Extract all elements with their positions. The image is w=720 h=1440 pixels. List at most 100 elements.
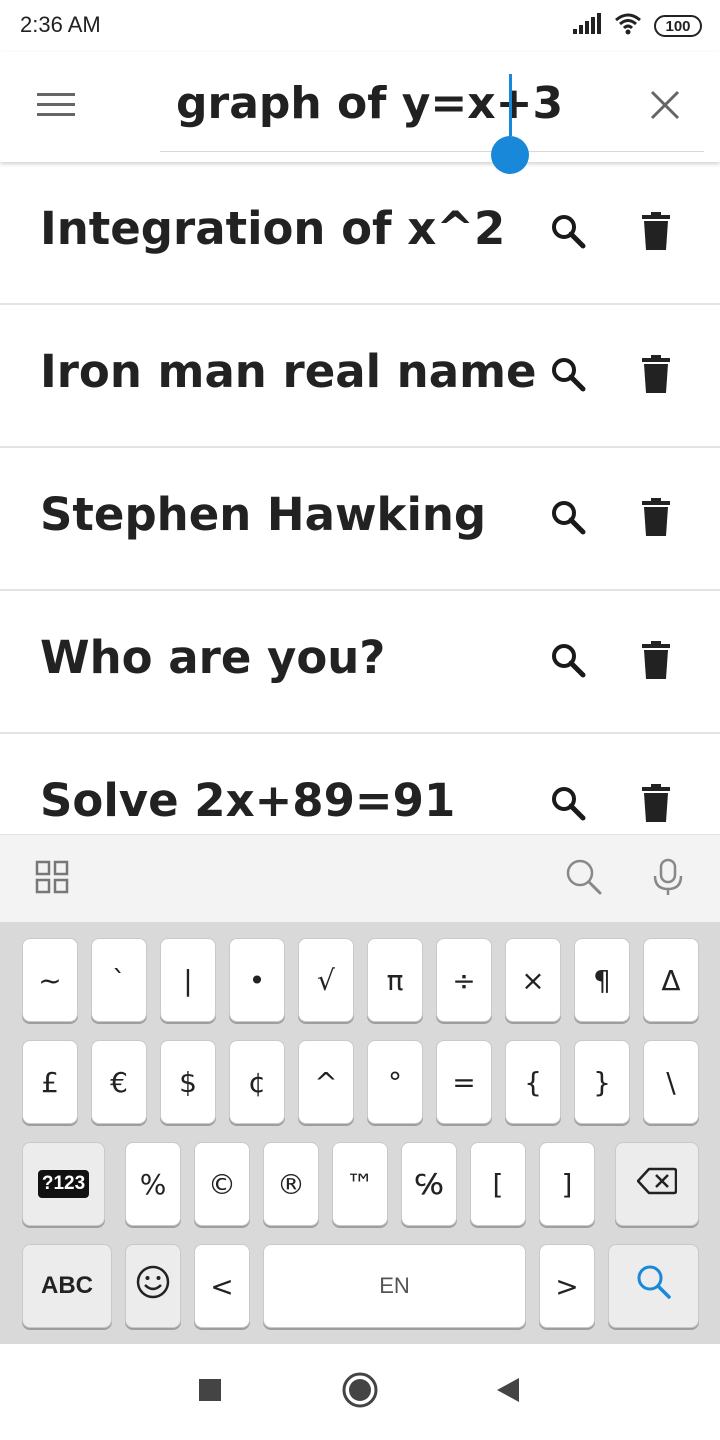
- key[interactable]: ×: [505, 938, 561, 1022]
- key[interactable]: ℅: [401, 1142, 457, 1226]
- microphone-icon: [652, 858, 684, 900]
- key[interactable]: °: [367, 1040, 423, 1124]
- key[interactable]: ~: [22, 938, 78, 1022]
- search-again-button[interactable]: [540, 780, 596, 830]
- trash-icon: [642, 212, 670, 254]
- wifi-icon: [614, 13, 642, 39]
- trash-icon: [642, 784, 670, 826]
- history-item[interactable]: Integration of x^2: [0, 162, 720, 305]
- delete-history-button[interactable]: [628, 494, 684, 544]
- trash-icon: [642, 355, 670, 397]
- key[interactable]: {: [505, 1040, 561, 1124]
- key[interactable]: €: [91, 1040, 147, 1124]
- delete-history-button[interactable]: [628, 351, 684, 401]
- recents-button[interactable]: [188, 1370, 232, 1414]
- square-icon: [198, 1378, 222, 1406]
- search-icon: [565, 858, 603, 900]
- symbol-keyboard: ~ ` | • √ π ÷ × ¶ Δ £ € $ ¢ ^ ° = { } \ …: [0, 922, 720, 1344]
- key[interactable]: <: [194, 1244, 250, 1328]
- numbers-mode-label: ?123: [37, 1170, 90, 1198]
- key[interactable]: ®: [263, 1142, 319, 1226]
- abc-key[interactable]: ABC: [22, 1244, 112, 1328]
- close-icon: [650, 90, 680, 124]
- battery-icon: 100: [654, 15, 702, 37]
- key[interactable]: [: [470, 1142, 526, 1226]
- key[interactable]: π: [367, 938, 423, 1022]
- key[interactable]: |: [160, 938, 216, 1022]
- keyboard-grid-button[interactable]: [30, 857, 74, 901]
- search-query-text: graph of y=x+3: [176, 78, 564, 129]
- key[interactable]: ]: [539, 1142, 595, 1226]
- key[interactable]: ¶: [574, 938, 630, 1022]
- trash-icon: [642, 498, 670, 540]
- text-cursor: [509, 74, 512, 136]
- search-again-button[interactable]: [540, 208, 596, 258]
- keyboard-submit-search-key[interactable]: [608, 1244, 699, 1328]
- emoji-key[interactable]: [125, 1244, 181, 1328]
- back-triangle-icon: [495, 1376, 521, 1408]
- space-key[interactable]: EN: [263, 1244, 526, 1328]
- keyboard-toolbar: [0, 834, 720, 922]
- clear-search-button[interactable]: [640, 82, 690, 132]
- search-icon: [550, 499, 586, 539]
- grid-icon: [35, 860, 69, 898]
- key[interactable]: ÷: [436, 938, 492, 1022]
- key[interactable]: $: [160, 1040, 216, 1124]
- backspace-icon: [636, 1165, 678, 1203]
- delete-history-button[interactable]: [628, 780, 684, 830]
- key[interactable]: }: [574, 1040, 630, 1124]
- back-button[interactable]: [486, 1370, 530, 1414]
- history-item[interactable]: Iron man real name: [0, 305, 720, 448]
- key[interactable]: `: [91, 938, 147, 1022]
- key[interactable]: ©: [194, 1142, 250, 1226]
- key[interactable]: ™: [332, 1142, 388, 1226]
- signal-icon: [572, 13, 602, 39]
- status-icons: 100: [572, 12, 702, 40]
- history-item-label[interactable]: Solve 2x+89=91: [40, 774, 455, 827]
- history-item-label[interactable]: Iron man real name: [40, 345, 537, 398]
- numbers-mode-key[interactable]: ?123: [22, 1142, 105, 1226]
- key[interactable]: ^: [298, 1040, 354, 1124]
- keyboard-search-button[interactable]: [562, 857, 606, 901]
- history-item[interactable]: Who are you?: [0, 591, 720, 734]
- system-nav-bar: [0, 1344, 720, 1440]
- key[interactable]: Δ: [643, 938, 699, 1022]
- delete-history-button[interactable]: [628, 637, 684, 687]
- hamburger-menu-icon: [37, 91, 75, 123]
- voice-input-button[interactable]: [646, 857, 690, 901]
- search-icon: [550, 785, 586, 825]
- history-item-label[interactable]: Integration of x^2: [40, 202, 505, 255]
- key[interactable]: \: [643, 1040, 699, 1124]
- menu-button[interactable]: [28, 82, 84, 132]
- cursor-handle[interactable]: [491, 136, 529, 174]
- search-again-button[interactable]: [540, 351, 596, 401]
- delete-history-button[interactable]: [628, 208, 684, 258]
- key[interactable]: √: [298, 938, 354, 1022]
- search-icon: [550, 213, 586, 253]
- backspace-key[interactable]: [615, 1142, 699, 1226]
- search-again-button[interactable]: [540, 494, 596, 544]
- search-history-list: Integration of x^2 Iron man real name St…: [0, 162, 720, 834]
- search-input[interactable]: graph of y=x+3: [160, 72, 704, 174]
- search-header: graph of y=x+3: [0, 52, 720, 174]
- search-icon: [636, 1264, 672, 1308]
- emoji-icon: [136, 1265, 170, 1307]
- history-item[interactable]: Solve 2x+89=91: [0, 734, 720, 834]
- history-item-label[interactable]: Who are you?: [40, 631, 385, 684]
- key[interactable]: •: [229, 938, 285, 1022]
- history-item-label[interactable]: Stephen Hawking: [40, 488, 486, 541]
- home-circle-icon: [341, 1371, 379, 1413]
- key[interactable]: £: [22, 1040, 78, 1124]
- status-bar: 2:36 AM 100: [0, 0, 720, 52]
- key[interactable]: =: [436, 1040, 492, 1124]
- key[interactable]: ¢: [229, 1040, 285, 1124]
- search-icon: [550, 642, 586, 682]
- key[interactable]: %: [125, 1142, 181, 1226]
- status-time: 2:36 AM: [20, 12, 101, 37]
- history-item[interactable]: Stephen Hawking: [0, 448, 720, 591]
- home-button[interactable]: [338, 1370, 382, 1414]
- key[interactable]: >: [539, 1244, 595, 1328]
- trash-icon: [642, 641, 670, 683]
- search-again-button[interactable]: [540, 637, 596, 687]
- search-icon: [550, 356, 586, 396]
